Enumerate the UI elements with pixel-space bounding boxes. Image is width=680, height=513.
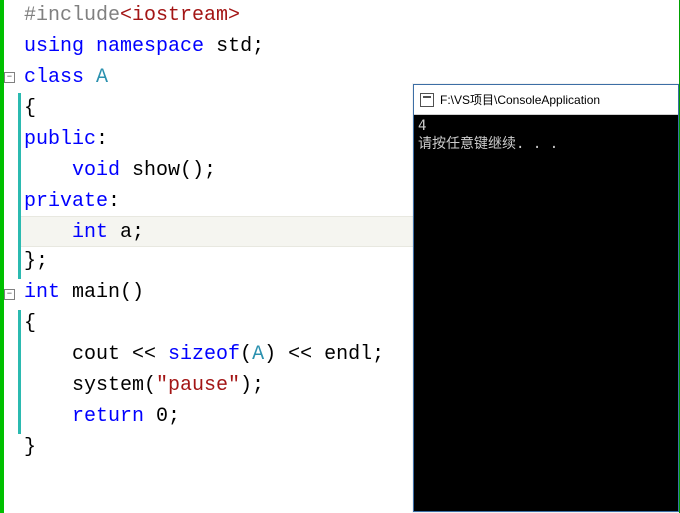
outline-marker [18,372,21,403]
outline-marker [18,93,21,124]
outline-marker [18,124,21,155]
code-token: } [24,436,36,459]
console-title-text: F:\VS项目\ConsoleApplication [440,91,600,108]
outline-marker [18,403,21,434]
code-token: { [24,97,36,120]
code-token: public [24,128,96,151]
code-token: cout << [72,343,168,366]
code-token: "pause" [156,374,240,397]
code-token: private [24,190,108,213]
code-token: void [72,159,120,182]
console-line-1: 4 [418,118,426,134]
code-token: return [72,405,144,428]
console-icon [420,93,434,107]
code-token: namespace [96,35,204,58]
code-token: ); [240,374,264,397]
console-output: 4 请按任意键继续. . . [414,115,678,511]
fold-toggle-icon[interactable]: − [4,289,15,300]
code-token: a; [108,221,144,244]
code-token: <iostream> [120,4,240,27]
code-token: int [72,221,108,244]
code-token [84,66,96,89]
code-token: A [252,343,264,366]
code-token: 0; [144,405,180,428]
code-token: ( [240,343,252,366]
console-titlebar[interactable]: F:\VS项目\ConsoleApplication [414,85,678,115]
code-token: int [24,281,60,304]
code-token: #include [24,4,120,27]
code-token: main() [60,281,144,304]
code-token: sizeof [168,343,240,366]
code-token: : [108,190,120,213]
code-token: std; [204,35,264,58]
code-token [84,35,96,58]
code-token: ) << endl; [264,343,384,366]
outline-marker [18,155,21,186]
code-line[interactable]: #include<iostream> [18,0,679,31]
code-token: }; [24,250,48,273]
console-window[interactable]: F:\VS项目\ConsoleApplication 4 请按任意键继续. . … [413,84,679,512]
outline-marker [18,310,21,341]
code-token: using [24,35,84,58]
console-line-2: 请按任意键继续. . . [418,136,558,152]
code-token: : [96,128,108,151]
outline-marker [18,217,21,248]
outline-marker [18,248,21,279]
code-line[interactable]: using namespace std; [18,31,679,62]
code-token: { [24,312,36,335]
outline-marker [18,341,21,372]
code-token: A [96,66,108,89]
code-token: system( [72,374,156,397]
code-token: show(); [120,159,216,182]
outline-marker [18,186,21,217]
code-token: class [24,66,84,89]
fold-toggle-icon[interactable]: − [4,72,15,83]
